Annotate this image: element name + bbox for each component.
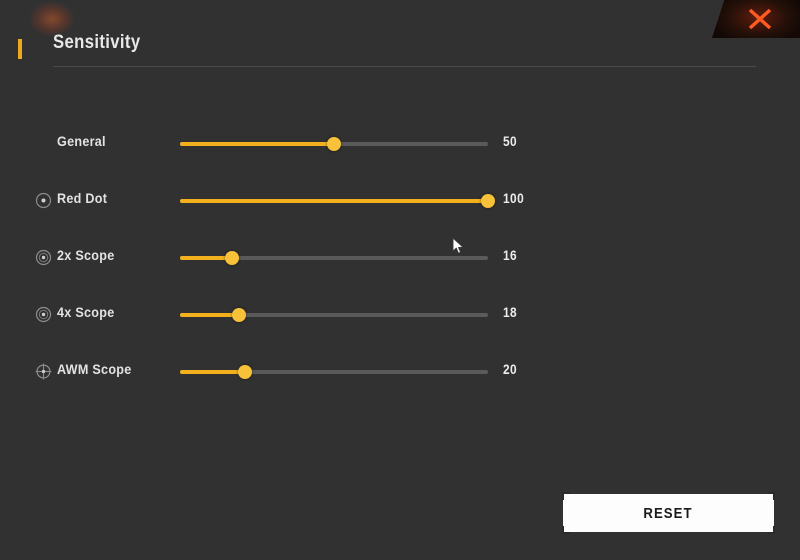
header-divider	[53, 66, 756, 67]
red-dot-scope-icon	[35, 192, 52, 209]
slider-fill	[180, 370, 245, 374]
row-value: 100	[503, 190, 525, 206]
sensitivity-row-red-dot: Red Dot 100	[0, 181, 800, 238]
row-label: Red Dot	[57, 190, 108, 206]
reset-button-label: RESET	[643, 504, 694, 522]
slider-thumb[interactable]	[237, 365, 252, 379]
close-icon	[712, 0, 800, 38]
slider-red-dot[interactable]	[180, 194, 495, 208]
sensitivity-row-awm-scope: AWM Scope 20	[0, 352, 800, 409]
row-value: 18	[503, 304, 518, 320]
slider-fill	[180, 313, 239, 317]
slider-thumb[interactable]	[231, 308, 246, 322]
row-label: General	[57, 133, 106, 149]
row-value: 50	[503, 133, 518, 149]
slider-awm-scope[interactable]	[180, 365, 488, 379]
row-label: 4x Scope	[57, 304, 115, 320]
page-title: Sensitivity	[53, 32, 141, 53]
awm-crosshair-icon	[35, 363, 52, 380]
reset-button[interactable]: RESET	[563, 494, 774, 532]
row-label: 2x Scope	[57, 247, 115, 263]
sensitivity-slider-list: General 50 Red Dot 100 2x Scope 16 4x Sc…	[0, 124, 800, 409]
slider-thumb[interactable]	[327, 137, 341, 151]
slider-thumb[interactable]	[225, 251, 240, 265]
sensitivity-settings-panel: Sensitivity General 50 Red Dot 100 2x Sc…	[0, 0, 800, 560]
row-value: 20	[503, 361, 518, 377]
reset-button-container: RESET	[562, 492, 775, 534]
row-value: 16	[503, 247, 518, 263]
close-button-glow	[30, 2, 74, 36]
slider-4x-scope[interactable]	[180, 308, 488, 322]
slider-general[interactable]	[180, 137, 488, 151]
slider-thumb[interactable]	[481, 194, 495, 208]
4x-scope-icon	[35, 306, 52, 323]
2x-scope-icon	[35, 249, 52, 266]
slider-2x-scope[interactable]	[180, 251, 488, 265]
title-accent-bar	[18, 39, 22, 59]
slider-fill	[180, 142, 334, 146]
sensitivity-row-2x-scope: 2x Scope 16	[0, 238, 800, 295]
slider-fill	[180, 199, 488, 203]
sensitivity-row-general: General 50	[0, 124, 800, 181]
row-label: AWM Scope	[57, 361, 132, 377]
close-button[interactable]	[712, 0, 800, 38]
panel-header: Sensitivity	[0, 32, 800, 74]
sensitivity-row-4x-scope: 4x Scope 18	[0, 295, 800, 352]
